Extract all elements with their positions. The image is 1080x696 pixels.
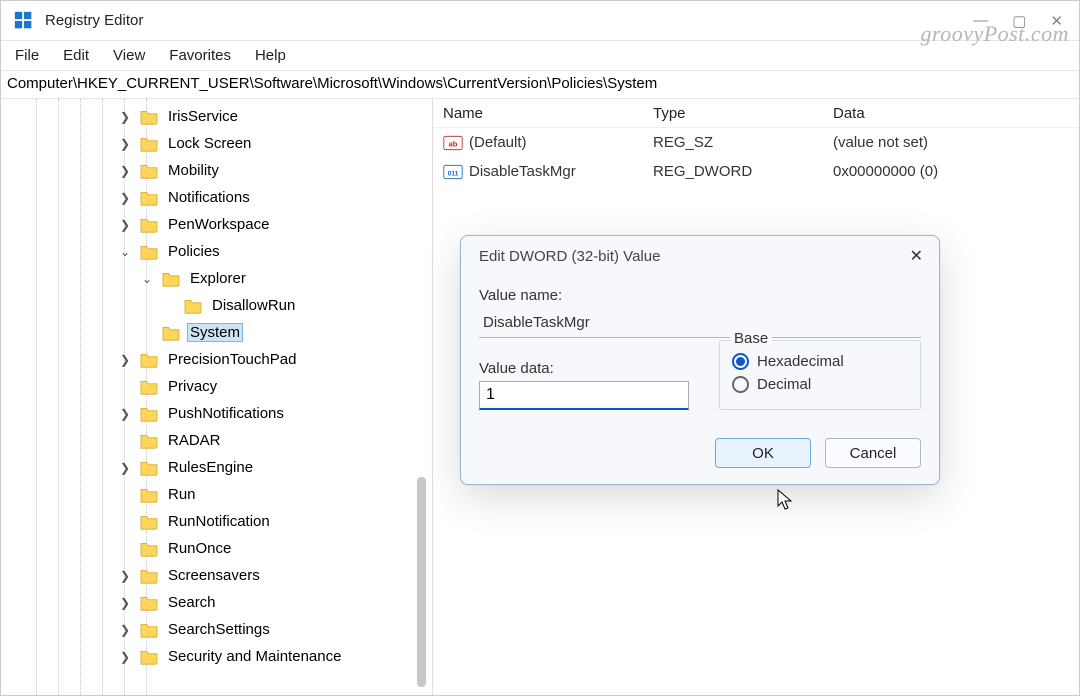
chevron-icon[interactable]: ❯ — [117, 623, 133, 637]
radio-hex-icon — [732, 353, 749, 370]
tree-item-label: RunNotification — [165, 512, 273, 531]
tree-item-screensavers[interactable]: ❯ Screensavers — [1, 562, 432, 589]
radio-dec-icon — [732, 376, 749, 393]
chevron-icon[interactable]: ❯ — [117, 218, 133, 232]
tree-item-label: PrecisionTouchPad — [165, 350, 299, 369]
chevron-icon[interactable]: ❯ — [117, 569, 133, 583]
chevron-icon[interactable]: ❯ — [117, 191, 133, 205]
tree-item-runonce[interactable]: RunOnce — [1, 535, 432, 562]
tree-item-label: PenWorkspace — [165, 215, 272, 234]
menu-favorites[interactable]: Favorites — [169, 47, 231, 64]
tree-item-precisiontouchpad[interactable]: ❯ PrecisionTouchPad — [1, 346, 432, 373]
dialog-close-button[interactable]: ✕ — [910, 249, 923, 265]
value-data: 0x00000000 (0) — [833, 163, 1079, 180]
tree-scrollbar[interactable] — [417, 477, 426, 687]
value-name-field[interactable]: DisableTaskMgr — [479, 308, 921, 338]
tree-item-label: RunOnce — [165, 539, 234, 558]
menu-help[interactable]: Help — [255, 47, 286, 64]
tree-item-searchsettings[interactable]: ❯ SearchSettings — [1, 616, 432, 643]
chevron-icon[interactable]: ❯ — [117, 137, 133, 151]
value-name: (Default) — [469, 134, 527, 151]
chevron-icon[interactable]: ❯ — [117, 407, 133, 421]
value-type: REG_SZ — [653, 134, 833, 151]
tree-item-notifications[interactable]: ❯ Notifications — [1, 184, 432, 211]
col-type[interactable]: Type — [653, 105, 833, 122]
value-data-label: Value data: — [479, 360, 689, 377]
chevron-icon[interactable]: ❯ — [117, 461, 133, 475]
tree-item-privacy[interactable]: Privacy — [1, 373, 432, 400]
chevron-icon[interactable]: ❯ — [117, 164, 133, 178]
address-bar[interactable]: Computer\HKEY_CURRENT_USER\Software\Micr… — [1, 71, 1079, 99]
tree-item-system[interactable]: System — [1, 319, 432, 346]
chevron-icon[interactable]: ❯ — [117, 596, 133, 610]
registry-app-icon — [13, 10, 35, 32]
tree-item-label: IrisService — [165, 107, 241, 126]
tree-item-label: PushNotifications — [165, 404, 287, 423]
tree-item-label: Mobility — [165, 161, 222, 180]
maximize-button[interactable]: ▢ — [1012, 12, 1026, 30]
list-row[interactable]: ab (Default) REG_SZ(value not set) — [433, 128, 1079, 157]
tree-item-mobility[interactable]: ❯ Mobility — [1, 157, 432, 184]
tree-item-irisservice[interactable]: ❯ IrisService — [1, 103, 432, 130]
value-data-input[interactable] — [479, 381, 689, 410]
chevron-icon[interactable]: ⌄ — [139, 272, 155, 286]
value-type: REG_DWORD — [653, 163, 833, 180]
tree-item-label: Policies — [165, 242, 223, 261]
tree-item-penworkspace[interactable]: ❯ PenWorkspace — [1, 211, 432, 238]
cancel-button[interactable]: Cancel — [825, 438, 921, 468]
edit-dword-dialog: Edit DWORD (32-bit) Value ✕ Value name: … — [460, 235, 940, 485]
base-legend: Base — [730, 330, 772, 347]
ok-button[interactable]: OK — [715, 438, 811, 468]
tree-item-label: RulesEngine — [165, 458, 256, 477]
tree-item-security-and-maintenance[interactable]: ❯ Security and Maintenance — [1, 643, 432, 670]
tree-item-label: Screensavers — [165, 566, 263, 585]
tree-item-run[interactable]: Run — [1, 481, 432, 508]
tree-item-rulesengine[interactable]: ❯ RulesEngine — [1, 454, 432, 481]
radio-decimal[interactable]: Decimal — [732, 376, 910, 393]
close-button[interactable]: ✕ — [1050, 12, 1063, 30]
col-data[interactable]: Data — [833, 105, 1079, 122]
value-name-label: Value name: — [479, 287, 921, 304]
base-group: Base Hexadecimal Decimal — [719, 340, 921, 410]
svg-text:011: 011 — [448, 170, 459, 177]
list-header: Name Type Data — [433, 99, 1079, 128]
tree-item-label: Search — [165, 593, 219, 612]
tree-item-label: Explorer — [187, 269, 249, 288]
tree-item-label: Run — [165, 485, 199, 504]
tree-item-label: Security and Maintenance — [165, 647, 344, 666]
tree-item-explorer[interactable]: ⌄ Explorer — [1, 265, 432, 292]
menu-view[interactable]: View — [113, 47, 145, 64]
tree-item-runnotification[interactable]: RunNotification — [1, 508, 432, 535]
tree-item-label: SearchSettings — [165, 620, 273, 639]
tree-item-label: Lock Screen — [165, 134, 254, 153]
menu-bar: File Edit View Favorites Help — [1, 41, 1079, 71]
menu-edit[interactable]: Edit — [63, 47, 89, 64]
list-row[interactable]: 011 DisableTaskMgr REG_DWORD0x00000000 (0) — [433, 157, 1079, 186]
tree-item-label: RADAR — [165, 431, 224, 450]
chevron-icon[interactable]: ❯ — [117, 650, 133, 664]
value-name: DisableTaskMgr — [469, 163, 576, 180]
tree-item-radar[interactable]: RADAR — [1, 427, 432, 454]
tree-item-label: Privacy — [165, 377, 220, 396]
tree-item-disallowrun[interactable]: DisallowRun — [1, 292, 432, 319]
tree-item-label: System — [187, 323, 243, 342]
value-data: (value not set) — [833, 134, 1079, 151]
minimize-button[interactable]: ― — [973, 12, 988, 30]
svg-text:ab: ab — [449, 139, 458, 148]
chevron-icon[interactable]: ⌄ — [117, 245, 133, 259]
tree-item-lock-screen[interactable]: ❯ Lock Screen — [1, 130, 432, 157]
chevron-icon[interactable]: ❯ — [117, 353, 133, 367]
menu-file[interactable]: File — [15, 47, 39, 64]
tree-item-policies[interactable]: ⌄ Policies — [1, 238, 432, 265]
tree-item-label: DisallowRun — [209, 296, 298, 315]
col-name[interactable]: Name — [443, 105, 653, 122]
chevron-icon[interactable]: ❯ — [117, 110, 133, 124]
tree-item-pushnotifications[interactable]: ❯ PushNotifications — [1, 400, 432, 427]
dialog-title: Edit DWORD (32-bit) Value — [479, 248, 660, 265]
tree-item-search[interactable]: ❯ Search — [1, 589, 432, 616]
registry-tree[interactable]: ❯ IrisService ❯ Lock Screen ❯ Mobility ❯ Notifi… — [1, 99, 433, 695]
radio-hexadecimal[interactable]: Hexadecimal — [732, 353, 910, 370]
tree-item-label: Notifications — [165, 188, 253, 207]
window-title: Registry Editor — [45, 12, 143, 29]
